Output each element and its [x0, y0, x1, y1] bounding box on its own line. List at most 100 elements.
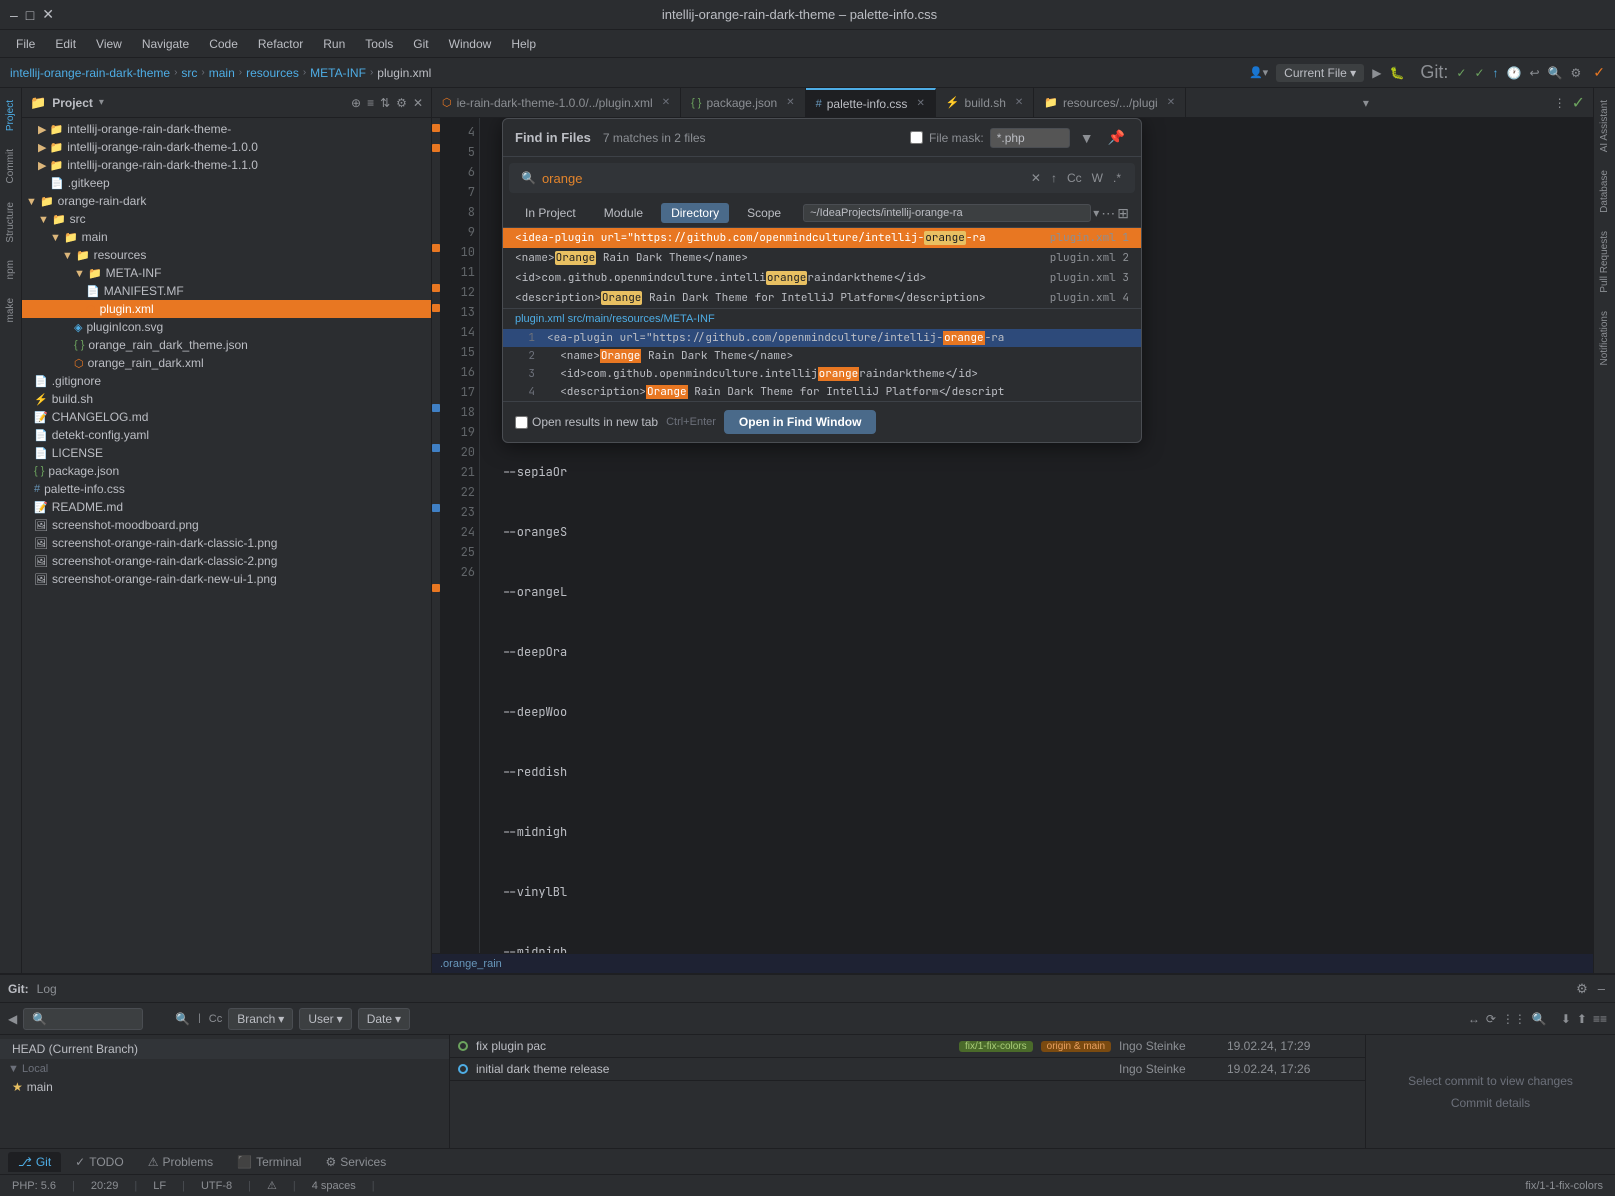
close-panel-icon[interactable]: ✕	[413, 96, 423, 110]
menu-help[interactable]: Help	[503, 34, 544, 54]
tree-item-intellij110[interactable]: ▶ 📁 intellij-orange-rain-dark-theme-1.1.…	[22, 156, 431, 174]
sidebar-project-tab[interactable]: Project	[2, 92, 19, 139]
open-in-new-tab-checkbox[interactable]: Open results in new tab	[515, 415, 658, 429]
run-config-selector[interactable]: Current File ▾	[1276, 64, 1364, 82]
tab-close-1[interactable]: ✕	[786, 97, 794, 108]
tab-close-4[interactable]: ✕	[1167, 97, 1175, 108]
sidebar-notifications[interactable]: Notifications	[1596, 303, 1613, 373]
sort-icon[interactable]: ⇅	[380, 96, 390, 110]
tree-item-gitignore[interactable]: 📄 .gitignore	[22, 372, 431, 390]
git-cc-icon[interactable]: Cc	[209, 1013, 222, 1025]
tab-resources[interactable]: 📁 resources/.../plugi ✕	[1034, 88, 1186, 117]
git-search-input[interactable]	[23, 1008, 143, 1030]
git-log-search-icon[interactable]: 🔍	[1532, 1012, 1547, 1026]
pin-icon[interactable]: 📌	[1104, 127, 1129, 148]
git-settings-icon[interactable]: ⚙	[1574, 979, 1590, 999]
tab-close-3[interactable]: ✕	[1015, 97, 1023, 108]
scope-scope[interactable]: Scope	[737, 203, 791, 223]
branch-group-local[interactable]: ▼ Local	[0, 1059, 449, 1077]
tree-item-palette-css[interactable]: # palette-info.css	[22, 480, 431, 498]
menu-refactor[interactable]: Refactor	[250, 34, 311, 54]
tree-item-screenshot3[interactable]: 🖼 screenshot-orange-rain-dark-classic-2.…	[22, 552, 431, 570]
git-action-1[interactable]: ⬇	[1561, 1012, 1571, 1026]
new-tab-checkbox-input[interactable]	[515, 416, 528, 429]
bottom-tab-problems[interactable]: ⚠ Problems	[138, 1152, 223, 1172]
regex-icon[interactable]: .*	[1111, 169, 1123, 187]
branch-head[interactable]: HEAD (Current Branch)	[0, 1039, 449, 1059]
breadcrumb-main[interactable]: main	[209, 66, 235, 80]
minimize-button[interactable]: –	[10, 7, 18, 23]
tree-item-detekt[interactable]: 📄 detekt-config.yaml	[22, 426, 431, 444]
git-expand-icon[interactable]: ↔	[1468, 1012, 1480, 1026]
git-history-icon[interactable]: 🕐	[1507, 66, 1522, 80]
tree-item-intellij100[interactable]: ▶ 📁 intellij-orange-rain-dark-theme-	[22, 120, 431, 138]
tree-item-license[interactable]: 📄 LICENSE	[22, 444, 431, 462]
menu-run[interactable]: Run	[315, 34, 353, 54]
close-button[interactable]: ✕	[42, 6, 54, 23]
tree-item-meta-inf[interactable]: ▼ 📁 META-INF	[22, 264, 431, 282]
status-time[interactable]: 20:29	[87, 1180, 123, 1192]
git-branch-view-icon[interactable]: ⋮⋮	[1502, 1012, 1526, 1026]
file-mask-checkbox[interactable]	[910, 131, 923, 144]
result-row-2[interactable]: <id>com.github.openmindculture.intellior…	[503, 268, 1141, 288]
scope-directory[interactable]: Directory	[661, 203, 729, 223]
tree-item-orange-rain-dark[interactable]: ▼ 📁 orange-rain-dark	[22, 192, 431, 210]
sidebar-make-tab[interactable]: make	[2, 290, 19, 330]
tab-build-sh[interactable]: ⚡ build.sh ✕	[936, 88, 1034, 117]
menu-git[interactable]: Git	[405, 34, 436, 54]
status-encoding[interactable]: UTF-8	[197, 1180, 236, 1192]
source-line-1[interactable]: 1 <ea-plugin url="https://github.com/ope…	[503, 329, 1141, 347]
status-line-ending[interactable]: LF	[149, 1180, 170, 1192]
bottom-tab-terminal[interactable]: ⬛ Terminal	[227, 1152, 311, 1172]
tab-more-button[interactable]: ▾	[1355, 88, 1377, 117]
source-line-3[interactable]: 3 <id>com.github.openmindculture.intelli…	[503, 365, 1141, 383]
file-mask-input[interactable]	[990, 128, 1070, 148]
sidebar-ai-assistant[interactable]: AI Assistant	[1596, 92, 1613, 160]
git-user-filter[interactable]: User ▾	[299, 1008, 351, 1030]
scope-more-icon[interactable]: ⋯	[1101, 205, 1115, 222]
status-indent[interactable]: 4 spaces	[308, 1180, 360, 1192]
tab-close-0[interactable]: ✕	[662, 97, 670, 108]
project-settings-icon[interactable]: ⚙	[396, 96, 407, 110]
tab-palette-css[interactable]: # palette-info.css ✕	[806, 88, 936, 117]
bottom-tab-todo[interactable]: ✓ TODO	[65, 1152, 134, 1172]
sidebar-database[interactable]: Database	[1596, 162, 1613, 221]
menu-navigate[interactable]: Navigate	[134, 34, 197, 54]
scope-module[interactable]: Module	[594, 203, 653, 223]
git-action-3[interactable]: ≡≡	[1593, 1012, 1607, 1026]
tree-item-plugin-xml[interactable]: ⬡ plugin.xml	[22, 300, 431, 318]
sidebar-structure-tab[interactable]: Structure	[2, 194, 19, 251]
tree-item-resources[interactable]: ▼ 📁 resources	[22, 246, 431, 264]
locate-file-icon[interactable]: ⊕	[351, 96, 361, 110]
breadcrumb-src[interactable]: src	[181, 66, 197, 80]
collapse-all-icon[interactable]: ≡	[367, 96, 374, 110]
git-commit-0[interactable]: fix plugin pac fix/1-fix-colors origin &…	[450, 1035, 1365, 1058]
source-line-2[interactable]: 2 <name>Orange Rain Dark Theme</name>	[503, 347, 1141, 365]
settings-icon[interactable]: ⚙	[1571, 66, 1582, 80]
tree-item-changelog[interactable]: 📝 CHANGELOG.md	[22, 408, 431, 426]
scope-grid-icon[interactable]: ⊞	[1117, 205, 1129, 222]
scope-path-input[interactable]	[803, 204, 1091, 222]
tree-item-build-sh[interactable]: ⚡ build.sh	[22, 390, 431, 408]
result-row-3[interactable]: <description>Orange Rain Dark Theme for …	[503, 288, 1141, 308]
tab-overflow-icon[interactable]: ⋮	[1554, 96, 1566, 110]
tree-item-screenshot4[interactable]: 🖼 screenshot-orange-rain-dark-new-ui-1.p…	[22, 570, 431, 588]
filter-icon[interactable]: ▼	[1076, 128, 1098, 148]
tab-package-json[interactable]: { } package.json ✕	[681, 88, 806, 117]
scope-in-project[interactable]: In Project	[515, 203, 586, 223]
menu-file[interactable]: File	[8, 34, 43, 54]
search-everywhere-icon[interactable]: 🔍	[1548, 66, 1563, 80]
tree-item-manifest[interactable]: 📄 MANIFEST.MF	[22, 282, 431, 300]
git-sidebar-toggle[interactable]: ◀	[8, 1012, 17, 1026]
menu-view[interactable]: View	[88, 34, 130, 54]
tree-item-readme[interactable]: 📝 README.md	[22, 498, 431, 516]
git-search-icon-2[interactable]: 🔍	[175, 1012, 190, 1026]
tree-item-main[interactable]: ▼ 📁 main	[22, 228, 431, 246]
tree-item-src[interactable]: ▼ 📁 src	[22, 210, 431, 228]
window-controls[interactable]: – □ ✕	[10, 6, 54, 23]
menu-tools[interactable]: Tools	[357, 34, 401, 54]
git-action-2[interactable]: ⬆	[1577, 1012, 1587, 1026]
tree-item-intellij100-inner[interactable]: ▶ 📁 intellij-orange-rain-dark-theme-1.0.…	[22, 138, 431, 156]
tree-item-package-json[interactable]: { } package.json	[22, 462, 431, 480]
bottom-tab-git[interactable]: ⎇ Git	[8, 1152, 61, 1172]
